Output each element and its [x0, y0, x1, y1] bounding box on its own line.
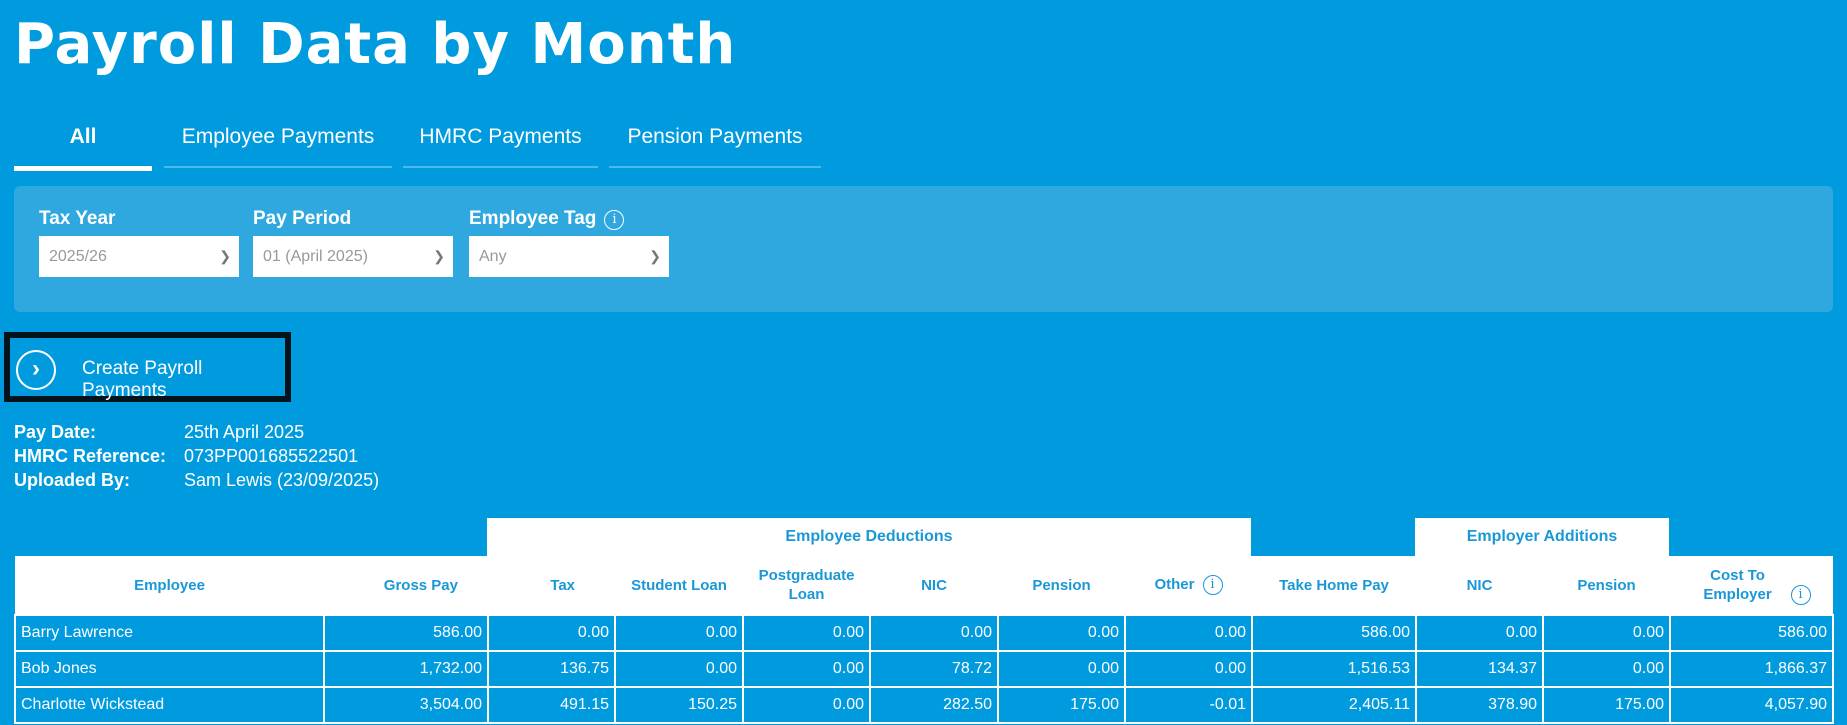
- value-cell: 2,405.11: [1251, 686, 1417, 724]
- col-student-loan: Student Loan: [615, 556, 743, 615]
- value-cell: 0.00: [742, 650, 871, 688]
- hmrc-ref-row: HMRC Reference: 073PP001685522501: [14, 446, 358, 467]
- info-icon[interactable]: i: [1202, 575, 1223, 595]
- value-cell: 136.75: [487, 650, 616, 688]
- value-cell: 1,732.00: [323, 650, 489, 688]
- chevron-down-icon: ❯: [433, 248, 445, 264]
- tab-employee-payments[interactable]: Employee Payments: [164, 120, 392, 168]
- pay-period-select[interactable]: 01 (April 2025) ❯: [253, 236, 453, 277]
- uploaded-label: Uploaded By:: [14, 470, 131, 490]
- value-cell: 0.00: [1415, 614, 1544, 652]
- uploaded-value: Sam Lewis (23/09/2025): [184, 470, 380, 490]
- value-cell: 0.00: [1124, 650, 1253, 688]
- employee-name-cell: Charlotte Wickstead: [14, 686, 325, 724]
- value-cell: 586.00: [323, 614, 489, 652]
- chevron-down-icon: ❯: [219, 248, 231, 264]
- create-payroll-payments-button[interactable]: › Create Payroll Payments: [4, 332, 291, 402]
- chevron-down-icon: ❯: [649, 248, 661, 264]
- pay-date-row: Pay Date: 25th April 2025: [14, 422, 304, 443]
- payroll-table: Employee Gross Pay Tax Student Loan Post…: [14, 556, 1834, 724]
- tax-year-select[interactable]: 2025/26 ❯: [39, 236, 239, 277]
- value-cell: 1,866.37: [1669, 650, 1834, 688]
- table-row: Bob Jones 1,732.00 136.75 0.00 0.00 78.72 0.00…: [14, 650, 1834, 688]
- employee-tag-select[interactable]: Any ❯: [469, 236, 669, 277]
- info-icon[interactable]: i: [1790, 584, 1811, 605]
- employee-name-cell: Bob Jones: [14, 650, 325, 688]
- value-cell: 0.00: [997, 614, 1126, 652]
- value-cell: 175.00: [997, 686, 1126, 724]
- value-cell: 0.00: [614, 614, 744, 652]
- value-cell: 0.00: [614, 650, 744, 688]
- tax-year-label: Tax Year: [39, 208, 116, 229]
- pay-period-label: Pay Period: [253, 208, 352, 229]
- employee-tag-label: Employee Tag: [469, 208, 597, 229]
- tab-all[interactable]: All: [14, 120, 152, 171]
- pay-date-label: Pay Date:: [14, 422, 97, 442]
- col-tax: Tax: [488, 556, 615, 615]
- value-cell: 282.50: [869, 686, 999, 724]
- value-cell: 0.00: [742, 614, 871, 652]
- value-cell: 0.00: [487, 614, 616, 652]
- col-employer-nic: NIC: [1416, 556, 1543, 615]
- value-cell: 0.00: [869, 614, 999, 652]
- table-row: Charlotte Wickstead 3,504.00 491.15 150.25 0…: [14, 686, 1834, 724]
- value-cell: 150.25: [614, 686, 744, 724]
- value-cell: 4,057.90: [1669, 686, 1834, 724]
- col-other: Other i: [1125, 556, 1252, 615]
- col-cost-label: Cost To Employer: [1703, 566, 1772, 603]
- col-cost-to-employer: Cost To Employer i: [1670, 556, 1833, 615]
- pay-date-value: 25th April 2025: [184, 422, 305, 442]
- col-other-label: Other: [1154, 576, 1195, 593]
- col-pension: Pension: [998, 556, 1125, 615]
- value-cell: 175.00: [1542, 686, 1671, 724]
- value-cell: 3,504.00: [323, 686, 489, 724]
- filter-panel: Tax Year 2025/26 ❯ Pay Period 01 (April 2…: [14, 186, 1833, 312]
- hmrc-ref-value: 073PP001685522501: [184, 446, 359, 466]
- value-cell: 0.00: [997, 650, 1126, 688]
- col-employee: Employee: [15, 556, 324, 615]
- value-cell: 0.00: [1124, 614, 1253, 652]
- employee-name-cell: Barry Lawrence: [14, 614, 325, 652]
- employer-additions-header: Employer Additions: [1415, 518, 1669, 556]
- col-gross-pay: Gross Pay: [324, 556, 488, 615]
- pay-period-value: 01 (April 2025): [263, 248, 368, 265]
- col-take-home-pay: Take Home Pay: [1252, 556, 1416, 615]
- employee-tag-label-wrap: Employee Tag i: [469, 208, 625, 230]
- value-cell: 586.00: [1669, 614, 1834, 652]
- uploaded-row: Uploaded By: Sam Lewis (23/09/2025): [14, 470, 379, 491]
- table-row: Barry Lawrence 586.00 0.00 0.00 0.00 0.00 0.00…: [14, 614, 1834, 652]
- value-cell: 0.00: [1542, 614, 1671, 652]
- chevron-right-icon: ›: [16, 350, 56, 390]
- create-button-label: Create Payroll Payments: [82, 358, 203, 401]
- info-icon[interactable]: i: [604, 210, 625, 230]
- value-cell: 491.15: [487, 686, 616, 724]
- tax-year-value: 2025/26: [49, 248, 107, 265]
- value-cell: 1,516.53: [1251, 650, 1417, 688]
- tab-hmrc-payments[interactable]: HMRC Payments: [403, 120, 598, 168]
- employee-deductions-header: Employee Deductions: [487, 518, 1251, 556]
- value-cell: 0.00: [1542, 650, 1671, 688]
- employee-tag-value: Any: [479, 248, 507, 265]
- col-nic: NIC: [870, 556, 998, 615]
- value-cell: 0.00: [742, 686, 871, 724]
- hmrc-ref-label: HMRC Reference:: [14, 446, 167, 466]
- value-cell: 134.37: [1415, 650, 1544, 688]
- value-cell: 378.90: [1415, 686, 1544, 724]
- col-postgraduate-loan: Postgraduate Loan: [743, 556, 870, 615]
- table-header-row: Employee Gross Pay Tax Student Loan Post…: [15, 556, 1833, 615]
- tab-pension-payments[interactable]: Pension Payments: [609, 120, 821, 168]
- value-cell: 586.00: [1251, 614, 1417, 652]
- page-title: Payroll Data by Month: [14, 12, 737, 77]
- value-cell: 78.72: [869, 650, 999, 688]
- value-cell: -0.01: [1124, 686, 1253, 724]
- col-employer-pension: Pension: [1543, 556, 1670, 615]
